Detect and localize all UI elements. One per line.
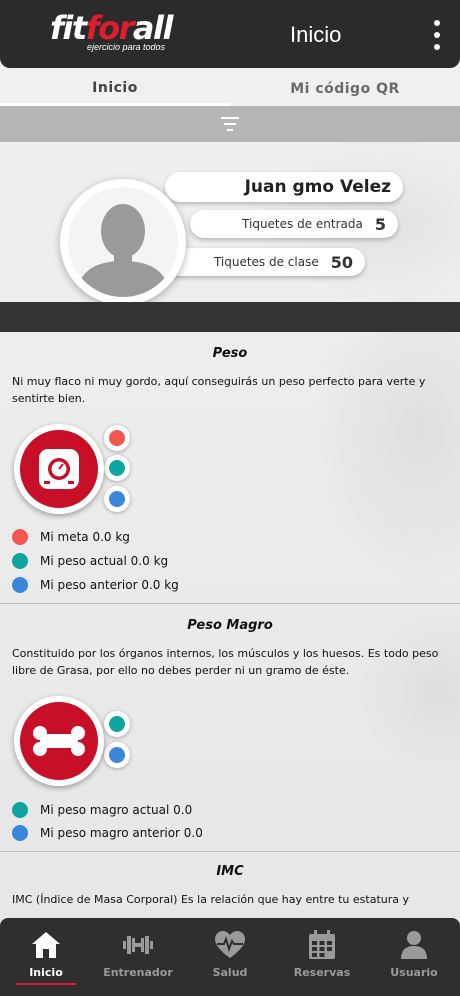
legend-item: Mi meta 0.0 kg [12,529,130,545]
tab-inicio[interactable]: Inicio [0,72,230,106]
page-title: Inicio [290,22,342,47]
nav-label: Salud [212,966,248,979]
logo-part-all: all [132,9,174,47]
filter-icon [220,117,240,131]
scale-icon-badge[interactable] [14,424,104,514]
app-header: fit for all ejercicio para todos Inicio [0,0,460,68]
profile-card: Juan gmo Velez Tiquetes de entrada 5 Tiq… [0,142,460,305]
tab-mi-codigo-qr[interactable]: Mi código QR [230,72,460,106]
peso-previous-button[interactable] [104,486,130,512]
home-icon [32,932,60,958]
legend-label: Mi peso anterior 0.0 kg [40,578,179,592]
section-imc: IMC IMC (Índice de Masa Corporal) Es la … [0,852,460,918]
nav-reservas[interactable]: Reservas [276,918,368,996]
bone-icon [33,726,85,756]
section-peso-magro-title: Peso Magro [187,618,273,633]
legend-item: Mi peso anterior 0.0 kg [12,577,179,593]
heart-pulse-icon [215,931,245,958]
peso-magro-previous-button[interactable] [104,742,130,768]
filter-bar[interactable] [0,106,460,142]
entry-tickets-pill: Tiquetes de entrada 5 [190,210,398,238]
entry-tickets-label: Tiquetes de entrada [242,217,363,231]
legend-label: Mi peso actual 0.0 kg [40,554,169,568]
profile-name-pill: Juan gmo Velez [165,172,403,202]
section-peso: Peso Ni muy flaco ni muy gordo, aquí con… [0,332,460,604]
legend-label: Mi meta 0.0 kg [40,530,130,544]
nav-inicio[interactable]: Inicio [0,918,92,996]
nav-label: Entrenador [103,966,173,979]
entry-tickets-count: 5 [374,214,386,234]
divider-bar [0,302,460,332]
peso-goal-button[interactable] [104,425,130,451]
logo-part-for: for [85,9,135,47]
class-tickets-pill: Tiquetes de clase 50 [165,248,365,276]
section-peso-magro: Peso Magro Constituido por los órganos i… [0,604,460,852]
bottom-nav: Inicio Entrenador Salud Reservas Usuario [0,918,460,996]
user-icon [401,931,427,959]
legend-label: Mi peso magro anterior 0.0 [40,826,203,840]
legend-dot [12,529,28,545]
legend-label: Mi peso magro actual 0.0 [40,803,193,817]
peso-magro-current-button[interactable] [104,711,130,737]
user-silhouette-icon [68,187,178,297]
legend-dot [12,577,28,593]
dumbbell-icon [123,936,153,954]
logo-part-fit: fit [50,9,87,47]
nav-salud[interactable]: Salud [184,918,276,996]
peso-current-button[interactable] [104,455,130,481]
logo-tagline: ejercicio para todos [87,42,166,52]
class-tickets-count: 50 [330,252,353,272]
section-peso-description: Ni muy flaco ni muy gordo, aquí consegui… [12,375,426,405]
class-tickets-label: Tiquetes de clase [213,255,319,269]
section-peso-magro-description: Constituido por los órganos internos, lo… [12,647,439,677]
section-imc-title: IMC [216,864,244,879]
legend-item: Mi peso actual 0.0 kg [12,553,168,569]
active-indicator [16,983,76,985]
nav-entrenador[interactable]: Entrenador [92,918,184,996]
nav-label: Inicio [29,966,63,979]
legend-item: Mi peso magro actual 0.0 [12,802,192,818]
more-menu-icon[interactable] [430,18,444,52]
avatar[interactable] [60,179,186,305]
bone-icon-badge[interactable] [14,696,104,786]
nav-label: Reservas [293,966,351,979]
section-imc-description: IMC (Índice de Masa Corporal) Es la rela… [12,893,410,906]
legend-dot [12,825,28,841]
tab-bar: Inicio Mi código QR [0,72,460,106]
profile-name: Juan gmo Velez [244,177,391,197]
calendar-icon [309,930,335,959]
nav-label: Usuario [390,966,438,979]
legend-item: Mi peso magro anterior 0.0 [12,825,203,841]
legend-dot [12,802,28,818]
section-peso-title: Peso [212,346,248,361]
app-logo: fit for all ejercicio para todos [50,10,190,60]
legend-dot [12,553,28,569]
scale-icon [39,449,79,489]
nav-usuario[interactable]: Usuario [368,918,460,996]
